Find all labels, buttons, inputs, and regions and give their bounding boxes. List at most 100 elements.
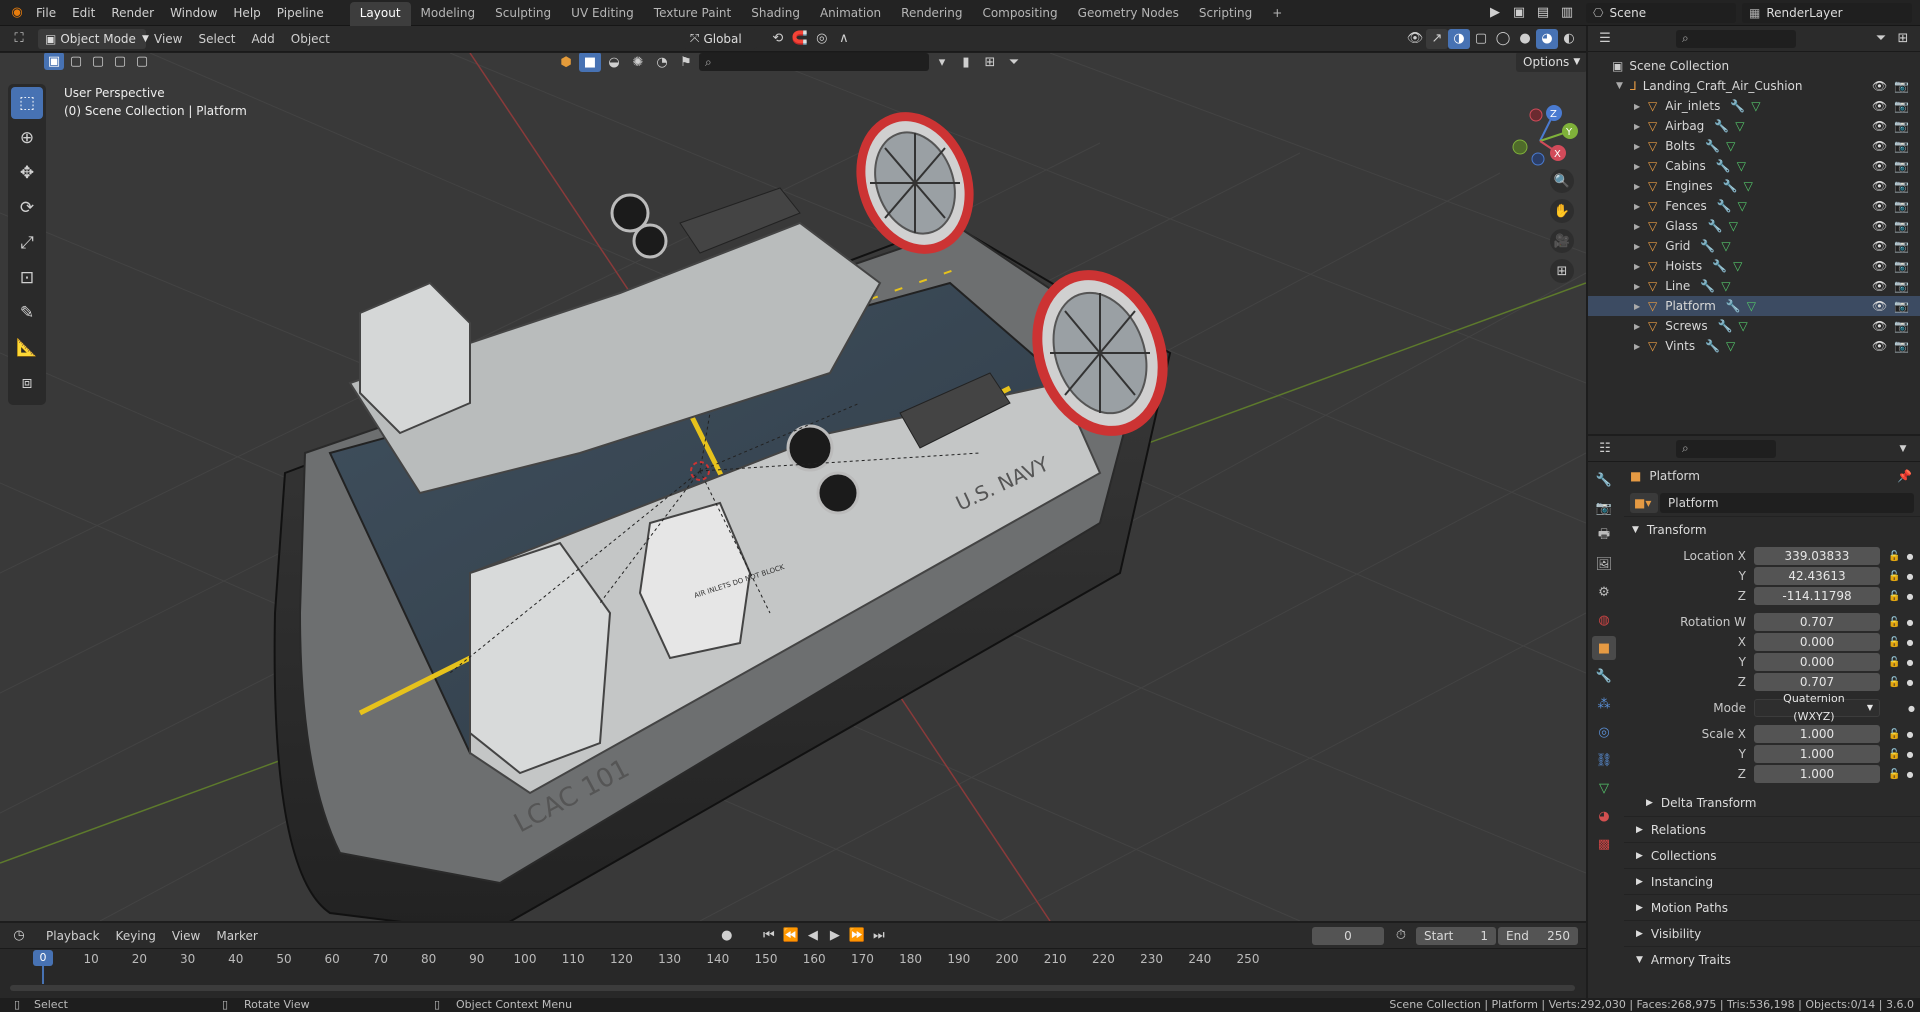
outliner-item-engines[interactable]: ▶ ▽ Engines 🔧 ▽ 👁 📷 — [1588, 176, 1920, 196]
play-reverse-icon[interactable]: ◀ — [802, 926, 824, 946]
lock-icon[interactable]: 🔓 — [1888, 729, 1900, 740]
viewport-menu-object[interactable]: Object — [283, 26, 338, 52]
outliner-scene-collection[interactable]: ▣ Scene Collection — [1588, 56, 1920, 76]
keyframe-dot-icon[interactable]: ● — [1906, 572, 1913, 581]
play-icon[interactable]: ▶ — [824, 926, 846, 946]
lock-icon[interactable]: 🔓 — [1888, 677, 1900, 688]
rotation-y-field[interactable]: 0.000 — [1754, 653, 1880, 671]
keyframe-dot-icon[interactable]: ● — [1906, 750, 1913, 759]
keyframe-dot-icon[interactable]: ● — [1908, 704, 1915, 713]
render-camera-icon[interactable]: 📷 — [1894, 139, 1909, 153]
visibility-eye-icon[interactable]: 👁 — [1872, 299, 1887, 313]
render-tab-icon[interactable]: 📷 — [1592, 496, 1616, 520]
add-workspace-button[interactable]: + — [1262, 2, 1292, 26]
expand-arrow-icon[interactable]: ▶ — [1634, 222, 1648, 231]
instancing-section[interactable]: ▶ Instancing — [1624, 868, 1920, 894]
select-invert-icon[interactable]: ▢ — [110, 53, 130, 70]
render-camera-icon[interactable]: 📷 — [1894, 99, 1909, 113]
pin-icon[interactable]: 📌 — [1897, 469, 1912, 483]
timeline-menu-marker[interactable]: Marker — [208, 923, 265, 949]
lock-icon[interactable]: 🔓 — [1888, 571, 1900, 582]
visibility-eye-icon[interactable]: 👁 — [1872, 179, 1887, 193]
viewport-search-field[interactable]: ⌕ — [699, 53, 929, 71]
rotation-x-field[interactable]: 0.000 — [1754, 633, 1880, 651]
overlay-toggle-icon[interactable]: ◑ — [1448, 28, 1470, 49]
object-tab-icon[interactable]: ■ — [1592, 636, 1616, 660]
cursor-tool-icon[interactable]: ⊕ — [11, 122, 43, 154]
proportional-edit-icon[interactable]: ◎ — [811, 29, 833, 49]
select-extend-icon[interactable]: ▢ — [66, 53, 86, 70]
record-icon[interactable]: ● — [716, 926, 738, 946]
outliner-item-vints[interactable]: ▶ ▽ Vints 🔧 ▽ 👁 📷 — [1588, 336, 1920, 356]
play-render-icon[interactable]: ▶ — [1484, 3, 1506, 23]
move-tool-icon[interactable]: ✥ — [11, 157, 43, 189]
stopwatch-icon[interactable]: ⏱ — [1390, 926, 1412, 946]
lock-icon[interactable]: 🔓 — [1888, 551, 1900, 562]
visibility-eye-icon[interactable]: 👁 — [1872, 339, 1887, 353]
keyframe-dot-icon[interactable]: ● — [1906, 552, 1913, 561]
keyframe-dot-icon[interactable]: ● — [1906, 770, 1913, 779]
render-camera-icon[interactable]: 📷 — [1894, 319, 1909, 333]
expand-arrow-icon[interactable]: ▶ — [1634, 182, 1648, 191]
material-shading-icon[interactable]: ◕ — [1536, 28, 1558, 49]
xray-icon[interactable]: ▢ — [1470, 29, 1492, 49]
chevron-down-icon[interactable]: ▼ — [1892, 439, 1914, 459]
keyframe-dot-icon[interactable]: ● — [1906, 730, 1913, 739]
visibility-eye-icon[interactable]: 👁 — [1872, 79, 1887, 93]
expand-arrow-icon[interactable]: ▼ — [1616, 81, 1630, 91]
next-keyframe-icon[interactable]: ⏩ — [846, 926, 868, 946]
jump-start-icon[interactable]: ⏮ — [758, 926, 780, 946]
expand-arrow-icon[interactable]: ▶ — [1634, 102, 1648, 111]
visibility-eye-icon[interactable]: 👁 — [1872, 259, 1887, 273]
render-camera-icon[interactable]: 📷 — [1894, 239, 1909, 253]
render-camera-icon[interactable]: 📷 — [1894, 199, 1909, 213]
tab-compositing[interactable]: Compositing — [972, 2, 1067, 26]
render-camera-icon[interactable]: 📷 — [1894, 159, 1909, 173]
tool-tab-icon[interactable]: 🔧 — [1592, 468, 1616, 492]
funnel-icon[interactable]: ⏷ — [1003, 53, 1025, 72]
expand-arrow-icon[interactable]: ▶ — [1634, 282, 1648, 291]
expand-arrow-icon[interactable]: ▶ — [1634, 302, 1648, 311]
render-image-icon[interactable]: ▣ — [1508, 3, 1530, 23]
bookmark-icon[interactable]: ▮ — [955, 53, 977, 72]
select-box-tool-icon[interactable]: ⬚ — [11, 87, 43, 119]
ortho-grid-icon[interactable]: ⊞ — [1550, 259, 1574, 283]
expand-arrow-icon[interactable]: ▶ — [1634, 162, 1648, 171]
menu-pipeline[interactable]: Pipeline — [269, 0, 332, 26]
location-y-field[interactable]: 42.43613 — [1754, 567, 1880, 585]
timeline-menu-view[interactable]: View — [164, 923, 208, 949]
visibility-eye-icon[interactable]: 👁 — [1872, 119, 1887, 133]
menu-window[interactable]: Window — [162, 0, 225, 26]
scale-y-field[interactable]: 1.000 — [1754, 745, 1880, 763]
lock-icon[interactable]: 🔓 — [1888, 591, 1900, 602]
scale-z-field[interactable]: 1.000 — [1754, 765, 1880, 783]
expand-arrow-icon[interactable]: ▶ — [1634, 242, 1648, 251]
visibility-eye-icon[interactable]: 👁 — [1872, 139, 1887, 153]
menu-render[interactable]: Render — [103, 0, 162, 26]
visibility-eye-icon[interactable]: 👁 — [1872, 239, 1887, 253]
pan-hand-icon[interactable]: ✋ — [1550, 199, 1574, 223]
viewport-menu-select[interactable]: Select — [190, 26, 243, 52]
gizmo-toggle-icon[interactable]: ↗ — [1426, 28, 1448, 49]
view-layer-tab-icon[interactable]: 🖼 — [1592, 552, 1616, 576]
delta-transform-section[interactable]: ▶ Delta Transform — [1624, 790, 1920, 816]
menu-file[interactable]: File — [28, 0, 64, 26]
tab-rendering[interactable]: Rendering — [891, 2, 972, 26]
data-tab-icon[interactable]: ▽ — [1592, 776, 1616, 800]
pivot-icon[interactable]: ⟲ — [767, 29, 789, 49]
measure-tool-icon[interactable]: 📐 — [11, 332, 43, 364]
output-tab-icon[interactable]: 🖶 — [1592, 524, 1616, 548]
rendered-shading-icon[interactable]: ◐ — [1558, 29, 1580, 49]
texture-tab-icon[interactable]: ▩ — [1592, 832, 1616, 856]
timeline-menu-keying[interactable]: Keying — [108, 923, 164, 949]
tab-modeling[interactable]: Modeling — [411, 2, 486, 26]
keyframe-dot-icon[interactable]: ● — [1906, 592, 1913, 601]
visibility-eye-icon[interactable]: 👁 — [1872, 319, 1887, 333]
armory-traits-section[interactable]: ▼ Armory Traits — [1624, 946, 1920, 972]
visibility-eye-icon[interactable]: 👁 — [1872, 219, 1887, 233]
outliner-search[interactable]: ⌕ — [1676, 29, 1796, 48]
outliner-item-air-inlets[interactable]: ▶ ▽ Air_inlets 🔧 ▽ 👁 📷 — [1588, 96, 1920, 116]
keyframe-dot-icon[interactable]: ● — [1906, 678, 1913, 687]
constraints-tab-icon[interactable]: ⛓ — [1592, 748, 1616, 772]
snap-icon[interactable]: 🧲 — [789, 29, 811, 49]
